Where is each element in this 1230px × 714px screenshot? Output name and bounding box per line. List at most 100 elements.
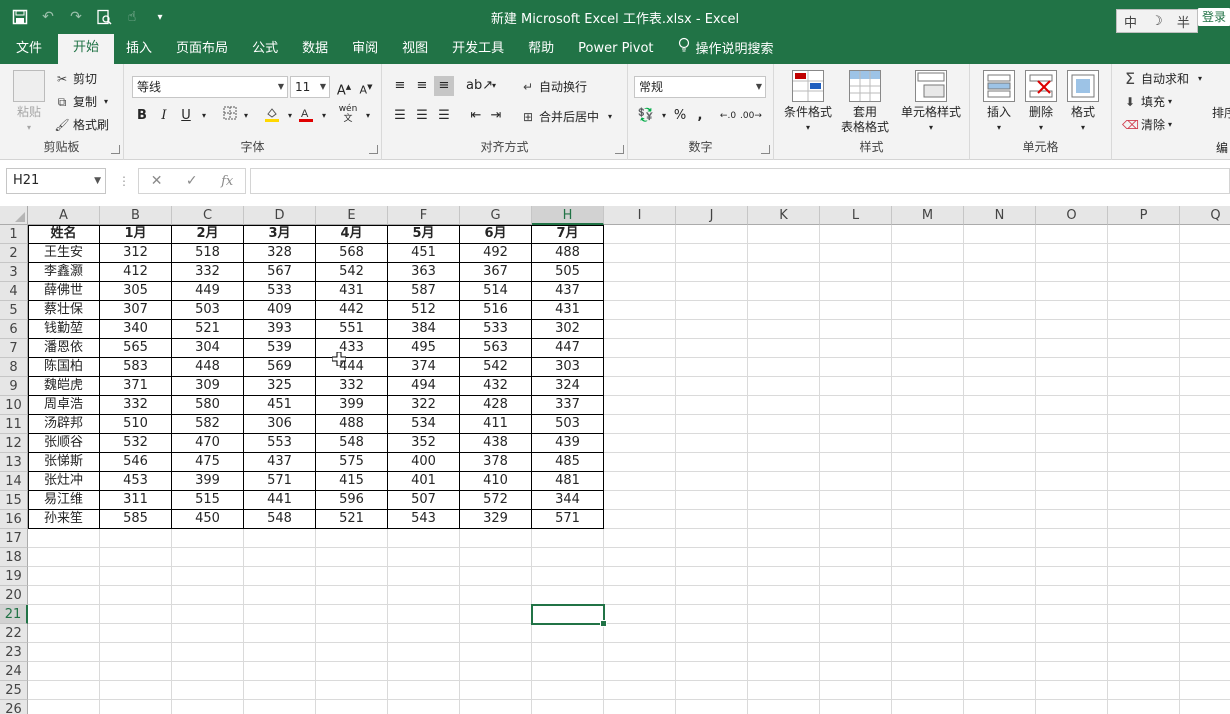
cell-B26[interactable] — [100, 700, 172, 714]
cell-B25[interactable] — [100, 681, 172, 700]
cell-H14[interactable]: 481 — [532, 472, 604, 491]
cell-E3[interactable]: 542 — [316, 263, 388, 282]
cell-C2[interactable]: 518 — [172, 244, 244, 263]
column-header-F[interactable]: F — [388, 206, 460, 225]
row-header-6[interactable]: 6 — [0, 320, 28, 339]
cell-H1[interactable]: 7月 — [532, 225, 604, 244]
cell-N19[interactable] — [964, 567, 1036, 586]
cell-O19[interactable] — [1036, 567, 1108, 586]
cell-E11[interactable]: 488 — [316, 415, 388, 434]
cell-P16[interactable] — [1108, 510, 1180, 529]
cell-F18[interactable] — [388, 548, 460, 567]
cell-L1[interactable] — [820, 225, 892, 244]
clear-button[interactable]: ⌫ 清除 ▾ — [1122, 116, 1172, 133]
cell-J8[interactable] — [676, 358, 748, 377]
cell-I23[interactable] — [604, 643, 676, 662]
cell-D1[interactable]: 3月 — [244, 225, 316, 244]
cell-L22[interactable] — [820, 624, 892, 643]
row-header-18[interactable]: 18 — [0, 548, 28, 567]
cell-Q22[interactable] — [1180, 624, 1230, 643]
cell-P17[interactable] — [1108, 529, 1180, 548]
cell-O23[interactable] — [1036, 643, 1108, 662]
cell-I16[interactable] — [604, 510, 676, 529]
cell-I9[interactable] — [604, 377, 676, 396]
cell-I22[interactable] — [604, 624, 676, 643]
cell-I19[interactable] — [604, 567, 676, 586]
cell-K24[interactable] — [748, 662, 820, 681]
cell-E9[interactable]: 332 — [316, 377, 388, 396]
cell-B15[interactable]: 311 — [100, 491, 172, 510]
cell-G16[interactable]: 329 — [460, 510, 532, 529]
font-color-dropdown-icon[interactable]: ▾ — [314, 106, 334, 126]
conditional-formatting-button[interactable]: 条件格式 ▾ — [782, 70, 834, 135]
cell-L14[interactable] — [820, 472, 892, 491]
cell-N22[interactable] — [964, 624, 1036, 643]
row-header-16[interactable]: 16 — [0, 510, 28, 529]
cell-P15[interactable] — [1108, 491, 1180, 510]
cell-A7[interactable]: 潘恩依 — [28, 339, 100, 358]
column-header-C[interactable]: C — [172, 206, 244, 225]
cell-H24[interactable] — [532, 662, 604, 681]
cell-O22[interactable] — [1036, 624, 1108, 643]
cancel-icon[interactable]: ✕ — [151, 173, 163, 189]
cell-P25[interactable] — [1108, 681, 1180, 700]
cell-H26[interactable] — [532, 700, 604, 714]
row-header-26[interactable]: 26 — [0, 700, 28, 714]
cell-J20[interactable] — [676, 586, 748, 605]
cell-N13[interactable] — [964, 453, 1036, 472]
cell-F15[interactable]: 507 — [388, 491, 460, 510]
cell-K2[interactable] — [748, 244, 820, 263]
moon-icon[interactable]: ☽ — [1151, 14, 1163, 29]
cell-J6[interactable] — [676, 320, 748, 339]
tab-developer[interactable]: 开发工具 — [440, 36, 516, 64]
cell-J2[interactable] — [676, 244, 748, 263]
cell-K19[interactable] — [748, 567, 820, 586]
cell-P13[interactable] — [1108, 453, 1180, 472]
cut-button[interactable]: ✂ 剪切 — [54, 70, 97, 87]
cell-D6[interactable]: 393 — [244, 320, 316, 339]
cell-J23[interactable] — [676, 643, 748, 662]
cell-M6[interactable] — [892, 320, 964, 339]
cell-G20[interactable] — [460, 586, 532, 605]
cell-L9[interactable] — [820, 377, 892, 396]
cell-A22[interactable] — [28, 624, 100, 643]
cell-A18[interactable] — [28, 548, 100, 567]
cell-L17[interactable] — [820, 529, 892, 548]
cell-G14[interactable]: 410 — [460, 472, 532, 491]
cell-F9[interactable]: 494 — [388, 377, 460, 396]
cell-H22[interactable] — [532, 624, 604, 643]
wrap-text-button[interactable]: ↵ 自动换行 — [520, 78, 587, 95]
cell-N25[interactable] — [964, 681, 1036, 700]
cell-L12[interactable] — [820, 434, 892, 453]
cell-J14[interactable] — [676, 472, 748, 491]
cell-B2[interactable]: 312 — [100, 244, 172, 263]
column-header-B[interactable]: B — [100, 206, 172, 225]
alignment-launcher-icon[interactable] — [615, 145, 624, 154]
tab-help[interactable]: 帮助 — [516, 36, 566, 64]
cell-N16[interactable] — [964, 510, 1036, 529]
cell-N1[interactable] — [964, 225, 1036, 244]
cell-E12[interactable]: 548 — [316, 434, 388, 453]
cell-P20[interactable] — [1108, 586, 1180, 605]
cell-L20[interactable] — [820, 586, 892, 605]
cell-P21[interactable] — [1108, 605, 1180, 624]
cell-J15[interactable] — [676, 491, 748, 510]
cell-J12[interactable] — [676, 434, 748, 453]
cell-D26[interactable] — [244, 700, 316, 714]
tab-home[interactable]: 开始 — [58, 34, 115, 64]
cell-F12[interactable]: 352 — [388, 434, 460, 453]
align-middle-icon[interactable]: ≡ — [412, 76, 432, 96]
cell-H5[interactable]: 431 — [532, 301, 604, 320]
cell-C9[interactable]: 309 — [172, 377, 244, 396]
cell-M16[interactable] — [892, 510, 964, 529]
worksheet-grid[interactable]: A B C D E F G H I J K L M N O P Q 1 2 3 4 5 6 7 8 9 10 11 12 13 14 15 16… — [0, 206, 1230, 714]
cell-E24[interactable] — [316, 662, 388, 681]
login-button[interactable]: 登录 — [1197, 8, 1230, 26]
cell-N5[interactable] — [964, 301, 1036, 320]
cell-E23[interactable] — [316, 643, 388, 662]
cell-L7[interactable] — [820, 339, 892, 358]
cell-P2[interactable] — [1108, 244, 1180, 263]
cell-M11[interactable] — [892, 415, 964, 434]
cell-C4[interactable]: 449 — [172, 282, 244, 301]
cell-J19[interactable] — [676, 567, 748, 586]
